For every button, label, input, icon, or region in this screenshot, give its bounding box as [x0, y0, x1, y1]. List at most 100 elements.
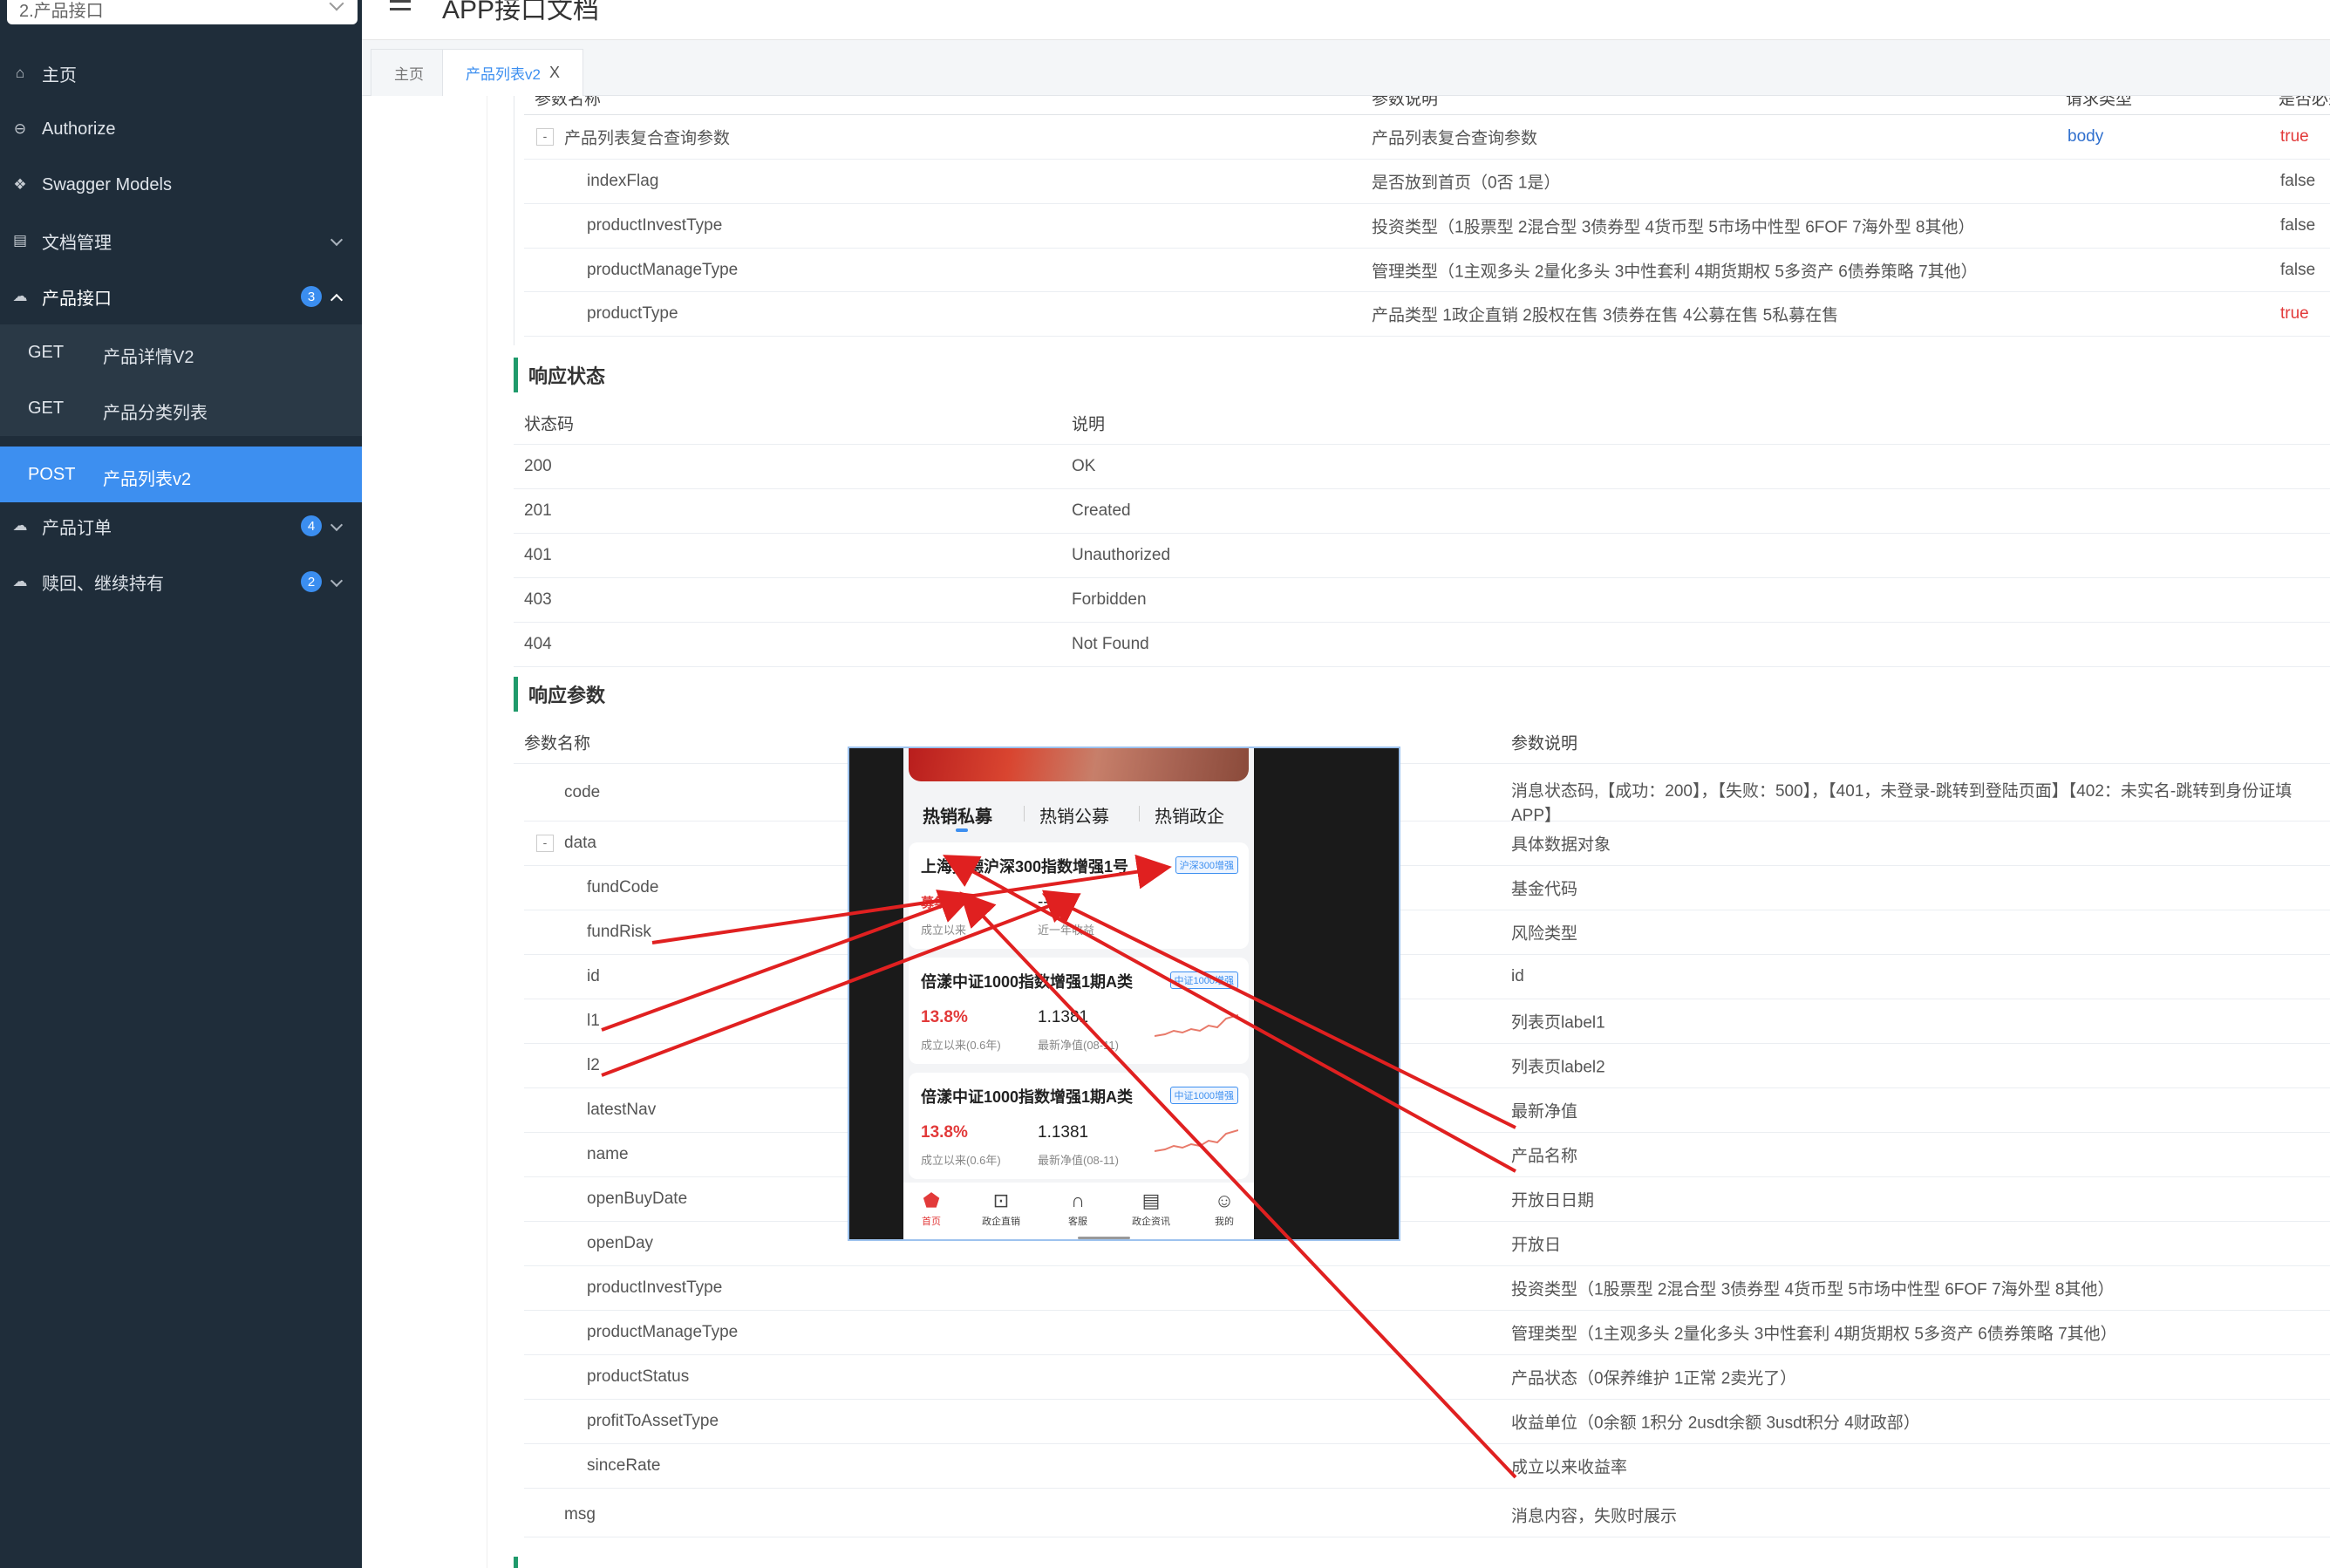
param-name: productInvestType: [587, 216, 723, 235]
param-desc: 产品列表复合查询参数: [1372, 129, 1538, 148]
sidebar-item-docs[interactable]: ▤ 文档管理: [0, 213, 362, 269]
home-icon: ⌂: [15, 65, 25, 81]
param-name: fundRisk: [587, 923, 651, 941]
table-row: productInvestType 投资类型（1股票型 2混合型 3债券型 4货…: [524, 204, 2330, 249]
table-row: productInvestType 投资类型（1股票型 2混合型 3债券型 4货币…: [524, 1266, 2330, 1311]
close-icon[interactable]: X: [549, 64, 560, 82]
column-header: 是否必须: [2279, 96, 2330, 108]
table-row: 403 Forbidden: [514, 578, 2330, 623]
tab-bar: 主页 产品列表v2 X: [362, 40, 2330, 96]
param-desc: 产品名称: [1511, 1147, 1578, 1166]
status-desc: Forbidden: [1072, 590, 1147, 609]
param-name: indexFlag: [587, 172, 659, 190]
collapse-toggle[interactable]: -: [536, 835, 554, 852]
http-method: GET: [28, 399, 65, 418]
tab-hot-enterprise[interactable]: 热销政企: [1155, 802, 1224, 828]
param-desc: 是否放到首页（0否 1是）: [1372, 174, 1561, 193]
bottom-nav-label: 政企直销: [982, 1217, 1020, 1227]
sidebar-item-label: 产品接口: [42, 289, 112, 309]
param-name: l1: [587, 1012, 600, 1030]
table-row: code 消息状态码,【成功：200】，【失败：500】，【401，未登录-跳转…: [524, 764, 2330, 825]
sidebar-item-label: 主页: [42, 65, 77, 85]
table-row: openDay 开放日: [524, 1222, 2330, 1266]
tab-hot-private[interactable]: 热销私募: [923, 802, 992, 828]
product-nav: 1.1381: [1038, 1123, 1089, 1142]
table-row: msg 消息内容，失败时展示: [524, 1493, 2330, 1537]
tab-home[interactable]: 主页: [371, 49, 447, 96]
product-since-rate: 13.8%: [921, 1123, 968, 1142]
collapse-toggle[interactable]: -: [536, 128, 554, 146]
table-row: productManageType 管理类型（1主观多头 2量化多头 3中性套利…: [524, 249, 2330, 292]
param-name: 产品列表复合查询参数: [564, 129, 731, 148]
param-desc: 成立以来收益率: [1511, 1458, 1628, 1477]
column-header: 说明: [1072, 415, 1106, 433]
column-header: 参数名称: [524, 734, 591, 753]
param-required: true: [2280, 127, 2309, 146]
headset-icon: ∩: [1071, 1190, 1085, 1211]
product-card[interactable]: 倍漾中证1000指数增强1期A类 中证1000增强 13.8% 1.1381 成…: [909, 958, 1249, 1064]
sidebar-item-authorize[interactable]: ⊖ Authorize: [0, 101, 362, 157]
cube-icon: ❖: [13, 176, 27, 193]
section-title-response-params: 响应参数: [514, 677, 605, 712]
param-desc: 投资类型（1股票型 2混合型 3债券型 4货币型 5市场中性型 6FOF 7海外…: [1372, 218, 1975, 237]
bottom-nav-mine[interactable]: ☺ 我的: [1198, 1190, 1250, 1228]
endpoint-title: 产品列表v2: [103, 470, 192, 489]
table-row: 201 Created: [514, 489, 2330, 534]
param-desc: 收益单位（0余额 1积分 2usdt余额 3usdt积分 4财政部）: [1511, 1414, 1920, 1433]
product-card[interactable]: 倍漾中证1000指数增强1期A类 中证1000增强 13.8% 1.1381 成…: [909, 1073, 1249, 1179]
param-name: openDay: [587, 1234, 654, 1252]
sidebar-item-label: Authorize: [42, 119, 116, 139]
bottom-nav-home[interactable]: ⬟ 首页: [905, 1190, 957, 1228]
sidebar-item-redeem[interactable]: ☁ 赎回、继续持有 2: [0, 554, 362, 610]
http-method: POST: [28, 465, 76, 484]
product-card[interactable]: 上海宽德沪深300指数增强1号 沪深300增强 募集中 -- 成立以来 近一年收…: [909, 842, 1249, 949]
bottom-nav-direct-sale[interactable]: ⊡ 政企直销: [975, 1190, 1027, 1228]
column-header: 参数说明: [1511, 734, 1578, 753]
phone-screen: 热销私募 热销公募 热销政企 上海宽德沪深300指数增强1号 沪深300增强 募…: [903, 748, 1254, 1239]
tab-product-list-v2[interactable]: 产品列表v2 X: [442, 49, 583, 96]
param-name: profitToAssetType: [587, 1412, 719, 1430]
table-row: id id: [524, 955, 2330, 999]
endpoint-title: 产品详情V2: [103, 348, 194, 367]
sidebar-item-product-api[interactable]: ☁ 产品接口 3: [0, 269, 362, 324]
bottom-nav-service[interactable]: ∩ 客服: [1052, 1190, 1104, 1228]
param-name: productManageType: [587, 1323, 739, 1341]
column-header: 状态码: [524, 415, 575, 433]
sidebar-item-home[interactable]: ⌂ 主页: [0, 45, 362, 101]
table-row: name 产品名称: [524, 1133, 2330, 1177]
sparkline-chart: [1155, 1129, 1238, 1152]
app-screenshot: 热销私募 热销公募 热销政企 上海宽德沪深300指数增强1号 沪深300增强 募…: [848, 747, 1400, 1241]
menu-toggle-icon[interactable]: [390, 0, 411, 10]
sidebar-subitem-product-list[interactable]: POST 产品列表v2: [0, 447, 362, 502]
product-nav: --: [1038, 893, 1049, 911]
param-desc: 消息内容，失败时展示: [1511, 1507, 1678, 1526]
param-desc: 消息状态码,【成功：200】，【失败：500】，【401，未登录-跳转到登陆页面…: [1511, 782, 2293, 801]
status-code: 404: [524, 635, 552, 653]
param-name: sinceRate: [587, 1456, 661, 1475]
sidebar-item-swagger-models[interactable]: ❖ Swagger Models: [0, 157, 362, 213]
param-name: id: [587, 967, 600, 985]
param-required: false: [2280, 260, 2316, 279]
table-row: productType 产品类型 1政企直销 2股权在售 3债券在售 4公募在售…: [524, 292, 2330, 337]
bottom-nav-news[interactable]: ▤ 政企资讯: [1125, 1190, 1177, 1228]
table-row: openBuyDate 开放日日期: [524, 1177, 2330, 1222]
param-type: body: [2068, 127, 2104, 146]
api-doc-content: 参数名称 参数说明 请求类型 是否必须 - 产品列表复合查询参数 产品列表复合查…: [487, 96, 2330, 1568]
page-title: APP接口文档: [442, 0, 600, 24]
cloud-icon: ☁: [12, 288, 28, 304]
column-header: 参数名称: [535, 96, 602, 108]
nav-label: 最新净值(08-11): [1038, 1154, 1119, 1167]
top-bar: APP接口文档: [362, 0, 2330, 40]
nav-label: 近一年收益: [1038, 924, 1095, 937]
sidebar-item-product-order[interactable]: ☁ 产品订单 4: [0, 498, 362, 554]
param-desc: 产品类型 1政企直销 2股权在售 3债券在售 4公募在售 5私募在售: [1372, 306, 1839, 325]
tab-label: 产品列表v2: [466, 66, 541, 83]
param-desc: 开放日日期: [1511, 1191, 1595, 1210]
request-params-header: 参数名称 参数说明 请求类型 是否必须: [524, 96, 2330, 115]
sidebar-subitem-product-detail[interactable]: GET 产品详情V2: [0, 324, 362, 380]
table-row: 401 Unauthorized: [514, 534, 2330, 578]
group-select[interactable]: 2.产品接口: [7, 0, 358, 24]
chart-icon: ⊡: [992, 1190, 1010, 1211]
tab-hot-public[interactable]: 热销公募: [1039, 802, 1109, 828]
sidebar-subitem-product-category[interactable]: GET 产品分类列表: [0, 380, 362, 436]
